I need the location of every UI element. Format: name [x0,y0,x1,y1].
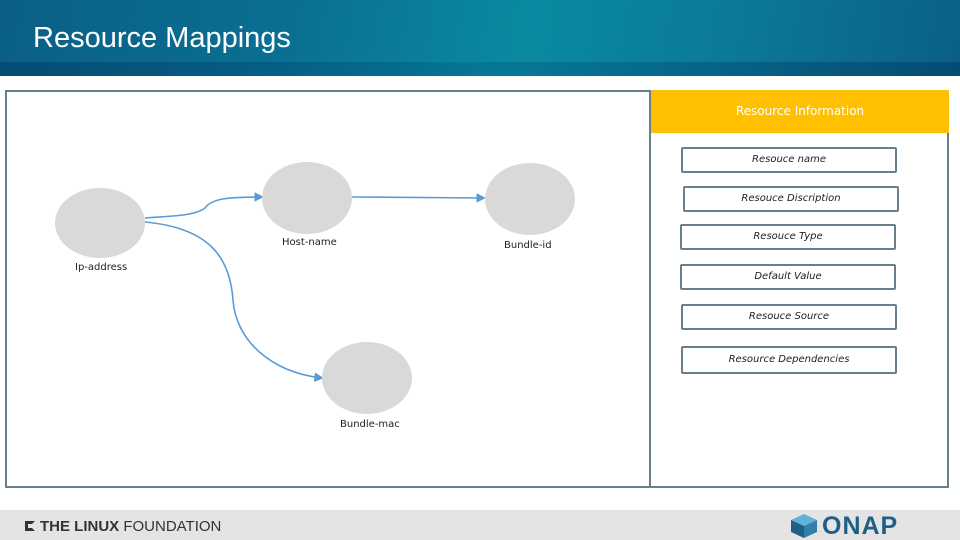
resource-information-header: Resource Information [651,90,949,133]
linux-foundation-brand-light: FOUNDATION [119,517,222,535]
linux-foundation-brand-bold: THE LINUX [40,517,120,535]
field-resource-source[interactable]: Resouce Source [681,304,897,330]
edge-ip-to-host [144,192,264,219]
field-resource-name[interactable]: Resouce name [681,147,897,173]
node-label-ip-address: Ip-address [75,262,128,273]
onap-wordmark: ONAP [822,512,899,540]
node-bundle-mac[interactable] [322,342,412,414]
node-host-name[interactable] [262,162,352,234]
node-label-host-name: Host-name [282,237,337,248]
linux-foundation-logo: THE LINUX FOUNDATION [25,516,221,536]
field-resource-dependencies[interactable]: Resource Dependencies [681,346,897,374]
field-resource-type[interactable]: Resouce Type [680,224,896,250]
linux-foundation-mark-icon [25,521,35,531]
field-default-value[interactable]: Default Value [680,264,896,290]
node-ip-address[interactable] [55,188,145,258]
onap-logo: ONAP [790,512,898,540]
node-bundle-id[interactable] [485,163,575,235]
node-label-bundle-mac: Bundle-mac [340,419,400,430]
edge-host-to-bundle-id [351,193,486,203]
field-resource-description[interactable]: Resouce Discription [683,186,899,212]
onap-cube-icon [791,514,817,538]
node-label-bundle-id: Bundle-id [504,240,552,251]
